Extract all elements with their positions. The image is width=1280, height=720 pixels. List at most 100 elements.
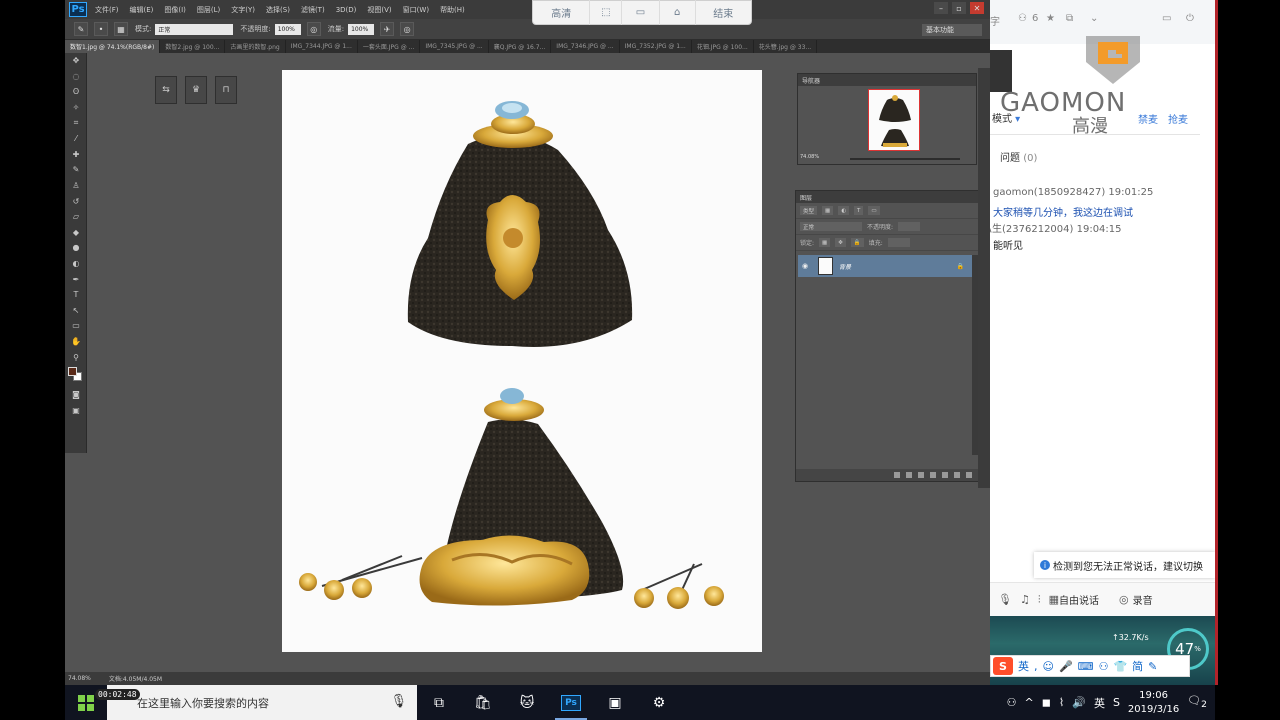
layer-row-background[interactable]: ◉ 背景 🔒 — [798, 255, 972, 277]
skin-icon[interactable]: 👕 — [1113, 660, 1127, 673]
mode-select[interactable]: 正常 — [155, 23, 234, 35]
paint-bucket-icon[interactable]: ◆ — [65, 225, 87, 241]
tools-icon[interactable]: ✎ — [1148, 660, 1157, 673]
free-talk-button[interactable]: 自由说话 — [1059, 592, 1099, 607]
layer-opacity-input[interactable] — [898, 222, 921, 231]
document-canvas[interactable] — [282, 70, 762, 652]
layer-filter-select[interactable]: 类型 — [800, 206, 818, 215]
brush-tool-icon[interactable]: ✎ — [74, 22, 88, 36]
mic-icon[interactable]: 🎙 — [390, 694, 407, 709]
slides-app-icon[interactable]: ▣ — [593, 685, 637, 720]
ban-mic-link[interactable]: 禁麦 — [1138, 111, 1158, 126]
maximize-icon[interactable]: ▫ — [952, 2, 966, 14]
brush-size-icon[interactable]: • — [94, 22, 108, 36]
pressure-opacity-icon[interactable]: ◎ — [306, 22, 321, 36]
delete-layer-icon[interactable] — [966, 472, 972, 478]
menu-view[interactable]: 视图(V) — [367, 5, 391, 15]
taskbar-search[interactable]: 00:02:48 在这里输入你要搜索的内容 🎙 — [95, 685, 417, 720]
grab-mic-link[interactable]: 抢麦 — [1168, 111, 1188, 126]
volume-icon[interactable]: 🔊 — [1072, 696, 1086, 709]
visibility-eye-icon[interactable]: ◉ — [802, 262, 812, 270]
emoji-icon[interactable]: ☺ — [1043, 660, 1054, 673]
doc-tab[interactable]: IMG_7345.JPG @ ... — [420, 40, 489, 53]
mode-label[interactable]: 模式 ▾ — [992, 110, 1020, 125]
menu-type[interactable]: 文字(Y) — [231, 5, 255, 15]
magic-wand-icon[interactable]: ✧ — [65, 100, 87, 116]
pen-tool-icon[interactable]: ✒ — [65, 271, 87, 287]
menu-layer[interactable]: 图层(L) — [197, 5, 220, 15]
fill-input[interactable] — [887, 238, 910, 247]
doc-tab[interactable]: 古画里的数智.png — [225, 40, 286, 53]
navigator-thumbnail[interactable] — [868, 89, 920, 151]
menu-image[interactable]: 图像(I) — [164, 5, 186, 15]
add-mask-icon[interactable] — [918, 472, 924, 478]
path-select-icon[interactable]: ↖ — [65, 303, 87, 319]
chat-app-icon[interactable]: 🐱 — [505, 685, 549, 720]
foreground-color[interactable] — [68, 366, 77, 376]
power-icon[interactable]: ⏻ — [1186, 13, 1194, 24]
lasso-tool-icon[interactable]: ʘ — [65, 84, 87, 100]
photoshop-taskbar-icon[interactable]: Ps — [549, 685, 593, 720]
menu-help[interactable]: 帮助(H) — [440, 5, 465, 15]
blur-tool-icon[interactable]: ● — [65, 240, 87, 256]
airbrush-icon[interactable]: ✈ — [380, 22, 395, 36]
screen-mode-icon[interactable]: ▣ — [65, 402, 87, 418]
close-icon[interactable]: ✕ — [970, 2, 984, 14]
record-button[interactable]: 录音 — [1133, 592, 1153, 607]
ime-indicator[interactable]: 英 — [1094, 695, 1105, 711]
lock-position-icon[interactable]: ✥ — [835, 238, 846, 247]
eyedropper-icon[interactable]: ⁄ — [65, 131, 87, 147]
record-icon[interactable]: ◎ — [1119, 593, 1129, 606]
ime-language[interactable]: 英 — [1018, 658, 1029, 674]
sogou-logo-icon[interactable]: S — [993, 657, 1013, 675]
settings-icon[interactable]: ⚙ — [637, 685, 681, 720]
clock[interactable]: 19:06 2019/3/16 — [1128, 689, 1179, 717]
blend-mode-select[interactable]: 正常 — [800, 222, 862, 231]
filter-shape-icon[interactable]: ▭ — [868, 206, 880, 215]
minimize-icon[interactable]: ▭ — [1162, 13, 1171, 24]
home-icon[interactable]: ⌂ — [660, 0, 696, 25]
clone-stamp-icon[interactable]: ♙ — [65, 178, 87, 194]
color-swatches[interactable] — [65, 365, 86, 387]
dropdown-icon[interactable]: ⌄ — [1090, 13, 1098, 24]
user-icon[interactable]: ⚇ — [1099, 660, 1109, 673]
type-tool-icon[interactable]: T — [65, 287, 87, 303]
history-brush-icon[interactable]: ↺ — [65, 193, 87, 209]
doc-tab[interactable]: 花钿.JPG @ 100... — [692, 40, 754, 53]
doc-tab[interactable]: 数智1.jpg @ 74.1%(RGB/8#) — [65, 40, 161, 53]
punctuation-icon[interactable]: , — [1034, 660, 1038, 673]
marquee-tool-icon[interactable]: ◌ — [65, 69, 87, 85]
notice-toast[interactable]: i 检测到您无法正常说话，建议切换 — [1034, 552, 1215, 578]
menu-select[interactable]: 选择(S) — [266, 5, 290, 15]
opacity-input[interactable]: 100% — [274, 23, 301, 35]
panel-collapse-strip[interactable] — [978, 68, 990, 488]
menu-file[interactable]: 文件(F) — [95, 5, 119, 15]
chevron-down-icon[interactable]: ▾ — [1012, 114, 1020, 125]
doc-tab[interactable]: IMG_7352.JPG @ 1... — [620, 40, 692, 53]
tray-app-icon[interactable]: ◼ — [1042, 696, 1051, 709]
keyboard-icon[interactable]: ⌨ — [1078, 660, 1094, 673]
menu-window[interactable]: 窗口(W) — [403, 5, 429, 15]
mic-icon[interactable]: 🎙 — [998, 593, 1012, 606]
brush-tool-icon[interactable]: ✎ — [65, 162, 87, 178]
mixer-icon[interactable]: ⫶ — [1038, 593, 1041, 607]
region-select-icon[interactable]: ⬚ — [590, 0, 623, 25]
people-icon[interactable]: ⚇ — [1018, 13, 1027, 24]
task-view-icon[interactable]: ⧉ — [417, 685, 461, 720]
menu-3d[interactable]: 3D(D) — [336, 6, 357, 14]
end-button[interactable]: 结束 — [696, 0, 751, 25]
zoom-slider[interactable] — [850, 158, 960, 160]
new-group-icon[interactable] — [942, 472, 948, 478]
workspace-select[interactable]: 基本功能 — [922, 24, 982, 36]
star-icon[interactable]: ★ — [1046, 13, 1055, 24]
hand-tool-icon[interactable]: ✋ — [65, 334, 87, 350]
menu-filter[interactable]: 滤镜(T) — [301, 5, 325, 15]
lock-pixels-icon[interactable]: ▦ — [819, 238, 831, 247]
notification-icon[interactable]: 🗨2 — [1187, 694, 1207, 710]
menu-edit[interactable]: 编辑(E) — [130, 5, 154, 15]
sogou-tray-icon[interactable]: S — [1113, 696, 1120, 709]
minimize-icon[interactable]: – — [934, 2, 948, 14]
store-icon[interactable]: 🛍 — [461, 685, 505, 720]
quick-mask-icon[interactable]: ◙ — [65, 387, 87, 403]
move-tool-icon[interactable]: ✥ — [65, 53, 87, 69]
